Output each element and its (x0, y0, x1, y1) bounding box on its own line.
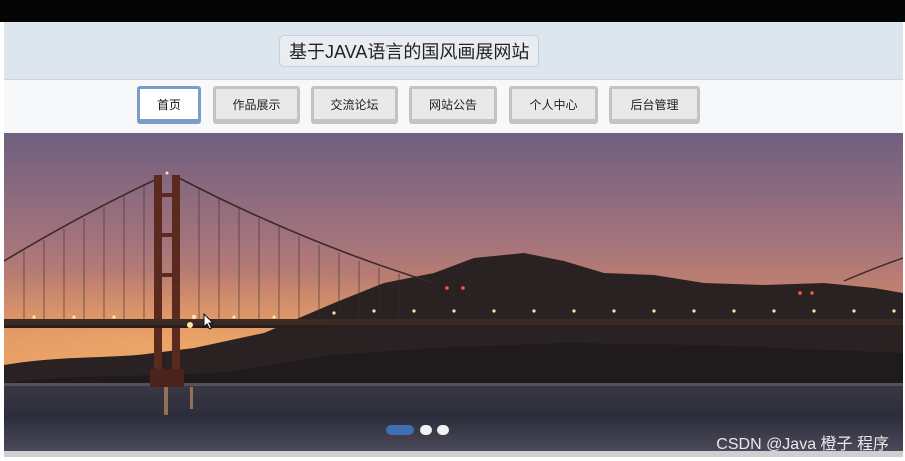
bridge-sunset-image (4, 133, 903, 451)
nav-forum[interactable]: 交流论坛 (311, 86, 398, 124)
carousel-dot-1[interactable] (386, 425, 414, 435)
nav-announcements[interactable]: 网站公告 (409, 86, 497, 124)
carousel-banner[interactable] (4, 133, 903, 451)
top-black-bar (0, 0, 905, 22)
nav-home[interactable]: 首页 (137, 86, 201, 124)
bottom-divider (4, 451, 903, 457)
site-title: 基于JAVA语言的国风画展网站 (279, 35, 540, 67)
carousel-dot-2[interactable] (420, 425, 432, 435)
nav-works[interactable]: 作品展示 (213, 86, 300, 124)
nav-admin[interactable]: 后台管理 (609, 86, 700, 124)
main-nav: 首页 作品展示 交流论坛 网站公告 个人中心 后台管理 (4, 80, 903, 133)
nav-user-center[interactable]: 个人中心 (509, 86, 598, 124)
site-header: 基于JAVA语言的国风画展网站 (4, 22, 903, 80)
mouse-pointer-icon (203, 313, 215, 330)
carousel-dot-3[interactable] (437, 425, 449, 435)
